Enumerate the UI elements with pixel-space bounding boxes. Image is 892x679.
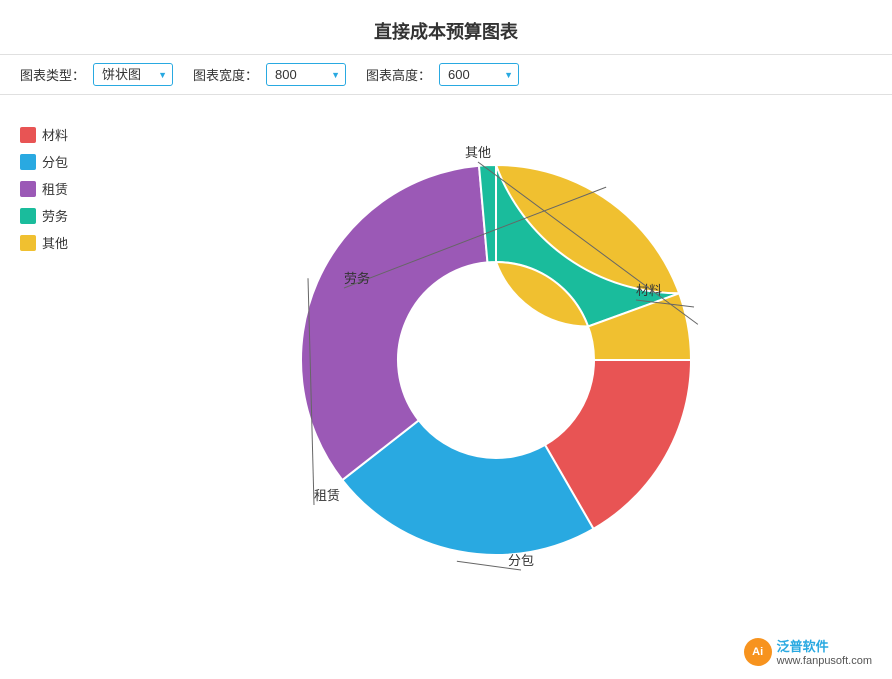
- legend: 材料 分包 租赁 劳务 其他: [20, 105, 100, 595]
- legend-item: 其他: [20, 233, 100, 252]
- legend-label: 劳务: [42, 206, 68, 225]
- chart-label: 劳务: [344, 271, 370, 286]
- website: www.fanpusoft.com: [777, 655, 872, 667]
- legend-label: 租赁: [42, 179, 68, 198]
- legend-item: 分包: [20, 152, 100, 171]
- watermark-text: 泛普软件 www.fanpusoft.com: [777, 636, 872, 667]
- chart-height-select[interactable]: 400 500 600 700 800: [439, 63, 519, 86]
- legend-color: [20, 181, 36, 197]
- watermark-logo: Ai: [744, 638, 772, 666]
- page-title: 直接成本预算图表: [0, 0, 892, 54]
- chart-height-label: 图表高度：: [366, 65, 431, 84]
- toolbar: 图表类型： 饼状图 柱状图 折线图 图表宽度： 600 700 800 900 …: [0, 54, 892, 95]
- legend-label: 其他: [42, 233, 68, 252]
- legend-color: [20, 208, 36, 224]
- chart-type-select-wrapper: 饼状图 柱状图 折线图: [93, 63, 173, 86]
- donut-chart: 材料分包 租赁 劳务 其他: [206, 105, 786, 595]
- chart-type-item: 图表类型： 饼状图 柱状图 折线图: [20, 63, 173, 86]
- chart-height-select-wrapper: 400 500 600 700 800: [439, 63, 519, 86]
- legend-color: [20, 127, 36, 143]
- watermark: Ai 泛普软件 www.fanpusoft.com: [744, 636, 872, 667]
- legend-label: 分包: [42, 152, 68, 171]
- chart-segment: [301, 166, 487, 480]
- chart-label: 材料: [636, 283, 662, 298]
- chart-width-select[interactable]: 600 700 800 900 1000: [266, 63, 346, 86]
- chart-area: 材料分包 租赁 劳务 其他: [120, 105, 872, 595]
- legend-color: [20, 235, 36, 251]
- legend-item: 劳务: [20, 206, 100, 225]
- chart-height-item: 图表高度： 400 500 600 700 800: [366, 63, 519, 86]
- chart-label: 其他: [465, 145, 491, 160]
- chart-width-item: 图表宽度： 600 700 800 900 1000: [193, 63, 346, 86]
- chart-label: 分包: [508, 553, 534, 568]
- chart-type-select[interactable]: 饼状图 柱状图 折线图: [93, 63, 173, 86]
- company-name: 泛普软件: [777, 636, 872, 655]
- chart-label: 租赁: [314, 488, 340, 503]
- legend-color: [20, 154, 36, 170]
- chart-width-label: 图表宽度：: [193, 65, 258, 84]
- legend-label: 材料: [42, 125, 68, 144]
- legend-item: 材料: [20, 125, 100, 144]
- legend-item: 租赁: [20, 179, 100, 198]
- chart-width-select-wrapper: 600 700 800 900 1000: [266, 63, 346, 86]
- chart-type-label: 图表类型：: [20, 65, 85, 84]
- main-content: 材料 分包 租赁 劳务 其他 材料分包租赁劳务其他: [0, 95, 892, 605]
